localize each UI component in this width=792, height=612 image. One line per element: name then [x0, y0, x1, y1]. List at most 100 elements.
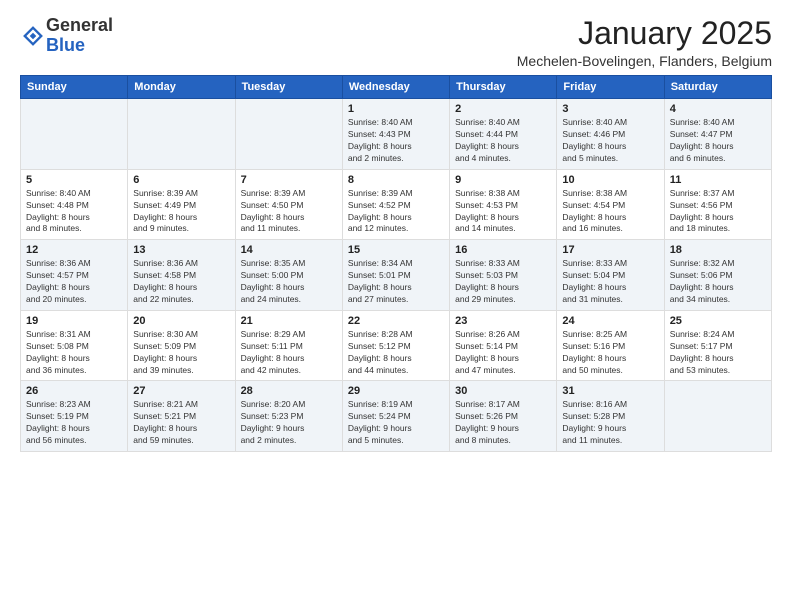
day-number: 3 — [562, 103, 658, 115]
day-info: Sunrise: 8:19 AM Sunset: 5:24 PM Dayligh… — [348, 399, 444, 447]
day-info: Sunrise: 8:34 AM Sunset: 5:01 PM Dayligh… — [348, 258, 444, 306]
day-info: Sunrise: 8:40 AM Sunset: 4:48 PM Dayligh… — [26, 188, 122, 236]
table-row: 6 Sunrise: 8:39 AM Sunset: 4:49 PM Daylig… — [128, 169, 235, 240]
table-row: 17Sunrise: 8:33 AM Sunset: 5:04 PM Dayli… — [557, 240, 664, 311]
subtitle: Mechelen-Bovelingen, Flanders, Belgium — [517, 53, 772, 69]
title-section: January 2025 Mechelen-Bovelingen, Flande… — [517, 16, 772, 69]
day-info: Sunrise: 8:16 AM Sunset: 5:28 PM Dayligh… — [562, 399, 658, 447]
table-row: 28 Sunrise: 8:20 AM Sunset: 5:23 PM Dayli… — [235, 381, 342, 452]
day-number: 24 — [562, 315, 658, 327]
header-friday: Friday — [557, 76, 664, 99]
table-row: 7 Sunrise: 8:39 AM Sunset: 4:50 PM Daylig… — [235, 169, 342, 240]
day-number: 20 — [133, 315, 229, 327]
day-number: 27 — [133, 385, 229, 397]
table-row: 25 Sunrise: 8:24 AM Sunset: 5:17 PM Dayli… — [664, 310, 771, 381]
table-row — [21, 99, 128, 170]
table-row — [235, 99, 342, 170]
day-info: Sunrise: 8:36 AM Sunset: 4:58 PM Dayligh… — [133, 258, 229, 306]
table-row: 31 Sunrise: 8:16 AM Sunset: 5:28 PM Dayli… — [557, 381, 664, 452]
day-info: Sunrise: 8:29 AM Sunset: 5:11 PM Dayligh… — [241, 329, 337, 377]
header-monday: Monday — [128, 76, 235, 99]
weekday-header-row: Sunday Monday Tuesday Wednesday Thursday… — [21, 76, 772, 99]
header-wednesday: Wednesday — [342, 76, 449, 99]
day-number: 16 — [455, 244, 551, 256]
table-row — [128, 99, 235, 170]
day-number: 31 — [562, 385, 658, 397]
table-row: 23Sunrise: 8:26 AM Sunset: 5:14 PM Dayli… — [450, 310, 557, 381]
day-info: Sunrise: 8:20 AM Sunset: 5:23 PM Dayligh… — [241, 399, 337, 447]
table-row: 21 Sunrise: 8:29 AM Sunset: 5:11 PM Dayli… — [235, 310, 342, 381]
day-info: Sunrise: 8:39 AM Sunset: 4:50 PM Dayligh… — [241, 188, 337, 236]
main-title: January 2025 — [517, 16, 772, 51]
day-number: 14 — [241, 244, 337, 256]
week-row-3: 19Sunrise: 8:31 AM Sunset: 5:08 PM Dayli… — [21, 310, 772, 381]
day-number: 7 — [241, 174, 337, 186]
day-number: 4 — [670, 103, 766, 115]
table-row: 9 Sunrise: 8:38 AM Sunset: 4:53 PM Daylig… — [450, 169, 557, 240]
table-row: 24 Sunrise: 8:25 AM Sunset: 5:16 PM Dayli… — [557, 310, 664, 381]
day-info: Sunrise: 8:38 AM Sunset: 4:53 PM Dayligh… — [455, 188, 551, 236]
table-row: 15 Sunrise: 8:34 AM Sunset: 5:01 PM Dayli… — [342, 240, 449, 311]
logo-general-text: General — [46, 15, 113, 35]
day-number: 13 — [133, 244, 229, 256]
table-row: 12Sunrise: 8:36 AM Sunset: 4:57 PM Dayli… — [21, 240, 128, 311]
day-number: 1 — [348, 103, 444, 115]
day-info: Sunrise: 8:17 AM Sunset: 5:26 PM Dayligh… — [455, 399, 551, 447]
calendar: Sunday Monday Tuesday Wednesday Thursday… — [20, 75, 772, 452]
day-info: Sunrise: 8:23 AM Sunset: 5:19 PM Dayligh… — [26, 399, 122, 447]
day-info: Sunrise: 8:39 AM Sunset: 4:52 PM Dayligh… — [348, 188, 444, 236]
day-number: 15 — [348, 244, 444, 256]
day-info: Sunrise: 8:24 AM Sunset: 5:17 PM Dayligh… — [670, 329, 766, 377]
day-number: 28 — [241, 385, 337, 397]
day-number: 26 — [26, 385, 122, 397]
table-row: 1 Sunrise: 8:40 AM Sunset: 4:43 PM Daylig… — [342, 99, 449, 170]
table-row: 22 Sunrise: 8:28 AM Sunset: 5:12 PM Dayli… — [342, 310, 449, 381]
table-row — [664, 381, 771, 452]
table-row: 2 Sunrise: 8:40 AM Sunset: 4:44 PM Daylig… — [450, 99, 557, 170]
day-info: Sunrise: 8:25 AM Sunset: 5:16 PM Dayligh… — [562, 329, 658, 377]
day-number: 19 — [26, 315, 122, 327]
header-thursday: Thursday — [450, 76, 557, 99]
day-info: Sunrise: 8:38 AM Sunset: 4:54 PM Dayligh… — [562, 188, 658, 236]
day-info: Sunrise: 8:37 AM Sunset: 4:56 PM Dayligh… — [670, 188, 766, 236]
day-number: 11 — [670, 174, 766, 186]
day-info: Sunrise: 8:33 AM Sunset: 5:04 PM Dayligh… — [562, 258, 658, 306]
day-number: 10 — [562, 174, 658, 186]
table-row: 27Sunrise: 8:21 AM Sunset: 5:21 PM Dayli… — [128, 381, 235, 452]
day-info: Sunrise: 8:40 AM Sunset: 4:43 PM Dayligh… — [348, 117, 444, 165]
header-tuesday: Tuesday — [235, 76, 342, 99]
day-number: 22 — [348, 315, 444, 327]
table-row: 29Sunrise: 8:19 AM Sunset: 5:24 PM Dayli… — [342, 381, 449, 452]
logo: General Blue — [20, 16, 113, 56]
day-number: 2 — [455, 103, 551, 115]
week-row-4: 26 Sunrise: 8:23 AM Sunset: 5:19 PM Dayli… — [21, 381, 772, 452]
day-info: Sunrise: 8:28 AM Sunset: 5:12 PM Dayligh… — [348, 329, 444, 377]
day-info: Sunrise: 8:35 AM Sunset: 5:00 PM Dayligh… — [241, 258, 337, 306]
table-row: 16Sunrise: 8:33 AM Sunset: 5:03 PM Dayli… — [450, 240, 557, 311]
day-info: Sunrise: 8:40 AM Sunset: 4:44 PM Dayligh… — [455, 117, 551, 165]
day-number: 6 — [133, 174, 229, 186]
day-number: 5 — [26, 174, 122, 186]
table-row: 19Sunrise: 8:31 AM Sunset: 5:08 PM Dayli… — [21, 310, 128, 381]
table-row: 13 Sunrise: 8:36 AM Sunset: 4:58 PM Dayli… — [128, 240, 235, 311]
logo-blue-text: Blue — [46, 35, 85, 55]
day-info: Sunrise: 8:40 AM Sunset: 4:46 PM Dayligh… — [562, 117, 658, 165]
day-number: 25 — [670, 315, 766, 327]
table-row: 5 Sunrise: 8:40 AM Sunset: 4:48 PM Daylig… — [21, 169, 128, 240]
page: General Blue January 2025 Mechelen-Bovel… — [0, 0, 792, 612]
week-row-1: 5 Sunrise: 8:40 AM Sunset: 4:48 PM Daylig… — [21, 169, 772, 240]
table-row: 18Sunrise: 8:32 AM Sunset: 5:06 PM Dayli… — [664, 240, 771, 311]
table-row: 14 Sunrise: 8:35 AM Sunset: 5:00 PM Dayli… — [235, 240, 342, 311]
day-number: 8 — [348, 174, 444, 186]
day-number: 21 — [241, 315, 337, 327]
day-number: 30 — [455, 385, 551, 397]
day-info: Sunrise: 8:32 AM Sunset: 5:06 PM Dayligh… — [670, 258, 766, 306]
day-info: Sunrise: 8:30 AM Sunset: 5:09 PM Dayligh… — [133, 329, 229, 377]
week-row-2: 12Sunrise: 8:36 AM Sunset: 4:57 PM Dayli… — [21, 240, 772, 311]
week-row-0: 1 Sunrise: 8:40 AM Sunset: 4:43 PM Daylig… — [21, 99, 772, 170]
table-row: 30 Sunrise: 8:17 AM Sunset: 5:26 PM Dayli… — [450, 381, 557, 452]
table-row: 26 Sunrise: 8:23 AM Sunset: 5:19 PM Dayli… — [21, 381, 128, 452]
day-info: Sunrise: 8:39 AM Sunset: 4:49 PM Dayligh… — [133, 188, 229, 236]
day-number: 9 — [455, 174, 551, 186]
header-sunday: Sunday — [21, 76, 128, 99]
